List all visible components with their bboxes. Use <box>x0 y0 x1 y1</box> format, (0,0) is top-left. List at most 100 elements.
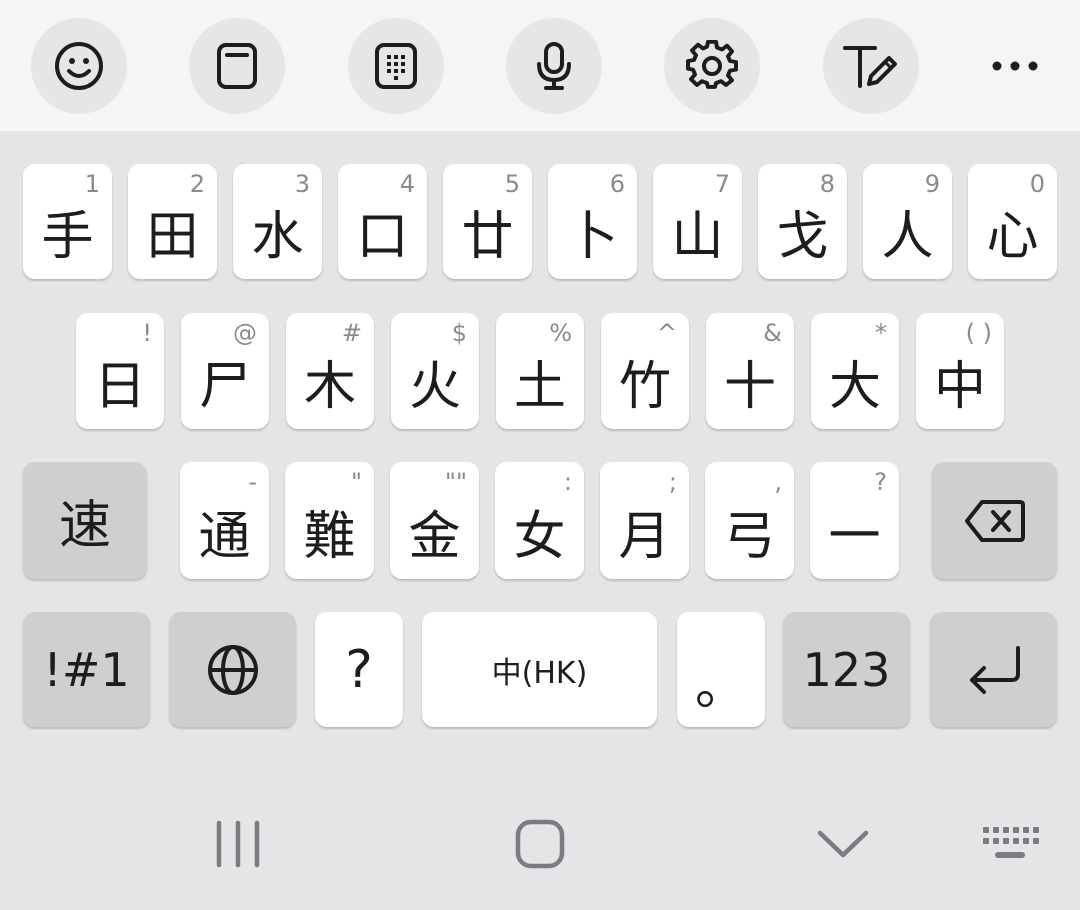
settings-icon <box>686 40 738 89</box>
keyboard-switch-button[interactable] <box>974 811 1046 877</box>
key-hint: # <box>341 319 362 347</box>
question-label: ? <box>345 639 373 700</box>
question-key[interactable]: ? <box>315 612 403 727</box>
backspace-key[interactable] <box>932 462 1057 579</box>
key-label: 山 <box>671 207 724 267</box>
symbols-key[interactable]: !#1 <box>23 612 150 727</box>
key-r3-3[interactable]: "" 金 <box>390 462 479 579</box>
space-key[interactable]: 中(HK) <box>422 612 657 727</box>
key-label: 田 <box>146 207 199 267</box>
key-r2-7[interactable]: & 十 <box>706 313 794 429</box>
key-hint: " <box>350 468 362 496</box>
key-r1-2[interactable]: 2田 <box>128 164 217 279</box>
home-icon <box>515 819 565 869</box>
key-r1-10[interactable]: 0心 <box>968 164 1057 279</box>
key-r2-4[interactable]: $ 火 <box>391 313 479 429</box>
microphone-icon <box>537 42 571 90</box>
key-label: 火 <box>408 357 461 417</box>
key-hint: ( ) <box>965 319 992 347</box>
quick-mode-key[interactable]: 速 <box>23 462 147 579</box>
key-r2-9[interactable]: ( ) 中 <box>916 313 1004 429</box>
key-r1-9[interactable]: 9人 <box>863 164 952 279</box>
key-label: 月 <box>618 507 671 567</box>
period-key[interactable]: 。 <box>677 612 765 727</box>
keyboard-icon <box>983 827 1039 858</box>
more-button[interactable] <box>967 18 1063 114</box>
key-label: 通 <box>198 507 251 567</box>
key-hint: : <box>563 468 572 496</box>
backspace-icon <box>964 499 1025 542</box>
key-r3-4[interactable]: :女 <box>495 462 584 579</box>
key-r3-6[interactable]: ,弓 <box>705 462 794 579</box>
key-label: 手 <box>41 207 94 267</box>
key-label: 木 <box>303 357 356 417</box>
key-r3-5[interactable]: ; 月 <box>600 462 689 579</box>
key-r1-8[interactable]: 8戈 <box>758 164 847 279</box>
key-r2-3[interactable]: # 木 <box>286 313 374 429</box>
keypad-icon <box>375 43 417 89</box>
recent-apps-icon <box>216 820 260 868</box>
home-button[interactable] <box>504 811 576 877</box>
key-r3-1[interactable]: -通 <box>180 462 269 579</box>
key-label: 竹 <box>618 357 671 417</box>
key-r3-2[interactable]: " 難 <box>285 462 374 579</box>
key-hint: 9 <box>924 170 940 198</box>
key-hint: & <box>763 319 782 347</box>
handwriting-button[interactable] <box>823 18 919 114</box>
key-label: 水 <box>251 207 304 267</box>
key-r2-1[interactable]: ! 日 <box>76 313 164 429</box>
key-r1-4[interactable]: 4口 <box>338 164 427 279</box>
quick-mode-label: 速 <box>58 496 111 556</box>
key-r1-6[interactable]: 6卜 <box>548 164 637 279</box>
key-hint: - <box>248 468 257 496</box>
key-label: 女 <box>513 507 566 567</box>
language-key[interactable] <box>169 612 296 727</box>
numbers-key[interactable]: 123 <box>783 612 910 727</box>
key-label: 廿 <box>461 207 514 267</box>
emoji-button[interactable] <box>31 18 127 114</box>
key-hint: 0 <box>1029 170 1045 198</box>
key-label: 心 <box>986 207 1039 267</box>
key-hint: @ <box>233 319 257 347</box>
handwriting-icon <box>843 46 897 88</box>
key-hint: 2 <box>189 170 205 198</box>
keypad-button[interactable] <box>348 18 444 114</box>
key-hint: ^ <box>656 319 677 347</box>
key-label: 中 <box>933 357 986 417</box>
key-hint: * <box>875 319 887 347</box>
key-label: 難 <box>303 507 356 567</box>
key-r1-1[interactable]: 1手 <box>23 164 112 279</box>
key-r1-3[interactable]: 3水 <box>233 164 322 279</box>
period-label: 。 <box>694 657 747 717</box>
key-label: 十 <box>723 357 776 417</box>
key-r2-6[interactable]: ^ 竹 <box>601 313 689 429</box>
key-r1-5[interactable]: 5廿 <box>443 164 532 279</box>
settings-button[interactable] <box>664 18 760 114</box>
keyboard-toolbar <box>0 0 1080 131</box>
key-r3-7[interactable]: ? 一 <box>810 462 899 579</box>
voice-input-button[interactable] <box>506 18 602 114</box>
key-r2-5[interactable]: % 土 <box>496 313 584 429</box>
key-hint: ? <box>874 468 887 496</box>
key-label: 金 <box>408 507 461 567</box>
key-hint: ! <box>142 319 152 347</box>
key-label: 尸 <box>198 357 251 417</box>
key-label: 戈 <box>776 207 829 267</box>
key-hint: 6 <box>609 170 625 198</box>
enter-key[interactable] <box>930 612 1057 727</box>
symbols-label: !#1 <box>43 642 130 697</box>
key-r1-7[interactable]: 7山 <box>653 164 742 279</box>
key-hint: % <box>549 319 572 347</box>
emoji-icon <box>55 42 103 90</box>
key-hint: ; <box>668 468 677 496</box>
key-label: 弓 <box>723 507 776 567</box>
key-hint: , <box>774 468 782 496</box>
key-r2-2[interactable]: @ 尸 <box>181 313 269 429</box>
key-r2-8[interactable]: * 大 <box>811 313 899 429</box>
hide-keyboard-button[interactable] <box>808 811 878 877</box>
globe-icon <box>207 644 258 695</box>
key-label: 人 <box>881 207 934 267</box>
clipboard-button[interactable] <box>189 18 285 114</box>
recent-apps-button[interactable] <box>200 811 276 877</box>
key-hint: $ <box>451 319 467 347</box>
